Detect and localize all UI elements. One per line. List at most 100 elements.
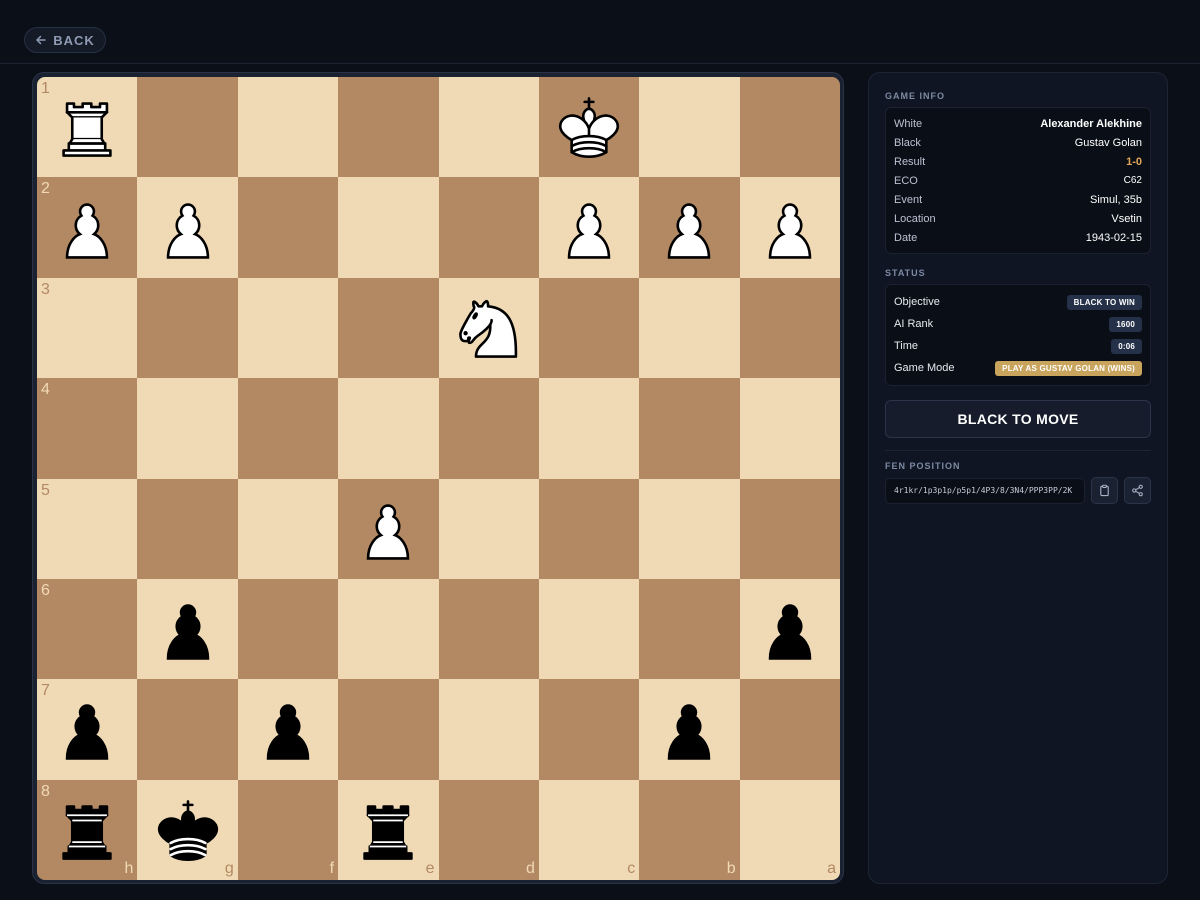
white-pawn-icon[interactable] xyxy=(650,189,728,267)
file-label: e xyxy=(425,860,435,877)
square-a6[interactable] xyxy=(739,578,840,680)
square-h1[interactable]: 1 xyxy=(37,77,138,178)
square-c5[interactable] xyxy=(538,478,640,579)
square-a5[interactable] xyxy=(739,478,840,579)
status-key: Objective xyxy=(894,296,940,308)
info-key: ECO xyxy=(894,174,918,187)
white-pawn-icon[interactable] xyxy=(149,189,227,267)
white-pawn-icon[interactable] xyxy=(48,189,126,267)
square-h3[interactable]: 3 xyxy=(37,277,138,379)
black-pawn-icon[interactable] xyxy=(650,690,728,768)
square-e5[interactable] xyxy=(338,478,439,579)
square-a7[interactable] xyxy=(739,679,840,780)
square-f7[interactable] xyxy=(237,679,339,780)
share-fen-button[interactable] xyxy=(1124,477,1151,504)
square-c2[interactable] xyxy=(538,177,640,278)
square-g5[interactable] xyxy=(137,478,238,579)
square-g8[interactable]: g xyxy=(137,779,238,880)
square-d7[interactable] xyxy=(438,679,539,780)
back-button[interactable]: BACK xyxy=(24,27,106,53)
square-d8[interactable]: d xyxy=(438,779,539,880)
square-e8[interactable]: e xyxy=(338,779,439,880)
square-d3[interactable] xyxy=(438,277,539,379)
square-f6[interactable] xyxy=(237,578,339,680)
square-d6[interactable] xyxy=(438,578,539,680)
square-d4[interactable] xyxy=(438,378,539,479)
black-king-icon[interactable] xyxy=(149,791,227,869)
square-h7[interactable]: 7 xyxy=(37,679,138,780)
square-a8[interactable]: a xyxy=(739,779,840,880)
square-c1[interactable] xyxy=(538,77,640,178)
white-pawn-icon[interactable] xyxy=(349,490,427,568)
square-f4[interactable] xyxy=(237,378,339,479)
info-row-white: White Alexander Alekhine xyxy=(894,114,1142,133)
square-a1[interactable] xyxy=(739,77,840,178)
arrow-left-icon xyxy=(36,35,46,45)
fen-input[interactable]: 4r1kr/1p3p1p/p5p1/4P3/8/3N4/PPP3PP/2K xyxy=(885,477,1085,504)
square-b4[interactable] xyxy=(639,378,740,479)
black-pawn-icon[interactable] xyxy=(149,590,227,668)
info-value-date: 1943-02-15 xyxy=(1085,231,1142,244)
square-a4[interactable] xyxy=(739,378,840,479)
square-e3[interactable] xyxy=(338,277,439,379)
square-g1[interactable] xyxy=(137,77,238,178)
square-a3[interactable] xyxy=(739,277,840,379)
square-e1[interactable] xyxy=(338,77,439,178)
black-pawn-icon[interactable] xyxy=(751,590,829,668)
square-c3[interactable] xyxy=(538,277,640,379)
chess-board: 1 23 45678h g f e d c b a xyxy=(37,77,840,880)
square-h4[interactable]: 4 xyxy=(37,378,138,479)
square-c8[interactable]: c xyxy=(538,779,640,880)
square-c7[interactable] xyxy=(538,679,640,780)
square-h2[interactable]: 2 xyxy=(37,177,138,278)
square-g2[interactable] xyxy=(137,177,238,278)
square-e2[interactable] xyxy=(338,177,439,278)
square-h6[interactable]: 6 xyxy=(37,578,138,680)
square-f1[interactable] xyxy=(237,77,339,178)
square-b7[interactable] xyxy=(639,679,740,780)
square-c4[interactable] xyxy=(538,378,640,479)
square-g3[interactable] xyxy=(137,277,238,379)
square-b3[interactable] xyxy=(639,277,740,379)
square-e4[interactable] xyxy=(338,378,439,479)
white-pawn-icon[interactable] xyxy=(550,189,628,267)
file-label: a xyxy=(827,860,836,877)
square-f8[interactable]: f xyxy=(237,779,339,880)
white-knight-icon[interactable] xyxy=(450,289,528,367)
square-d5[interactable] xyxy=(438,478,539,579)
square-d2[interactable] xyxy=(438,177,539,278)
square-g4[interactable] xyxy=(137,378,238,479)
black-rook-icon[interactable] xyxy=(349,791,427,869)
square-f3[interactable] xyxy=(237,277,339,379)
side-panel: GAME INFO White Alexander Alekhine Black… xyxy=(868,72,1168,884)
square-h8[interactable]: 8h xyxy=(37,779,138,880)
divider xyxy=(885,450,1151,451)
square-h5[interactable]: 5 xyxy=(37,478,138,579)
white-rook-icon[interactable] xyxy=(48,88,126,166)
black-to-move-button[interactable]: BLACK TO MOVE xyxy=(885,400,1151,438)
square-g7[interactable] xyxy=(137,679,238,780)
square-b2[interactable] xyxy=(639,177,740,278)
square-b8[interactable]: b xyxy=(639,779,740,880)
square-b6[interactable] xyxy=(639,578,740,680)
info-value-location: Vsetin xyxy=(1111,212,1142,225)
black-pawn-icon[interactable] xyxy=(249,690,327,768)
square-g6[interactable] xyxy=(137,578,238,680)
fen-row: 4r1kr/1p3p1p/p5p1/4P3/8/3N4/PPP3PP/2K xyxy=(885,477,1151,504)
square-f5[interactable] xyxy=(237,478,339,579)
square-c6[interactable] xyxy=(538,578,640,680)
copy-fen-button[interactable] xyxy=(1091,477,1118,504)
square-b5[interactable] xyxy=(639,478,740,579)
white-pawn-icon[interactable] xyxy=(751,189,829,267)
black-rook-icon[interactable] xyxy=(48,791,126,869)
square-a2[interactable] xyxy=(739,177,840,278)
black-pawn-icon[interactable] xyxy=(48,690,126,768)
game-info-box: White Alexander Alekhine Black Gustav Go… xyxy=(885,107,1151,254)
square-e6[interactable] xyxy=(338,578,439,680)
square-f2[interactable] xyxy=(237,177,339,278)
square-b1[interactable] xyxy=(639,77,740,178)
square-e7[interactable] xyxy=(338,679,439,780)
square-d1[interactable] xyxy=(438,77,539,178)
white-king-icon[interactable] xyxy=(550,88,628,166)
info-key: Location xyxy=(894,212,936,225)
